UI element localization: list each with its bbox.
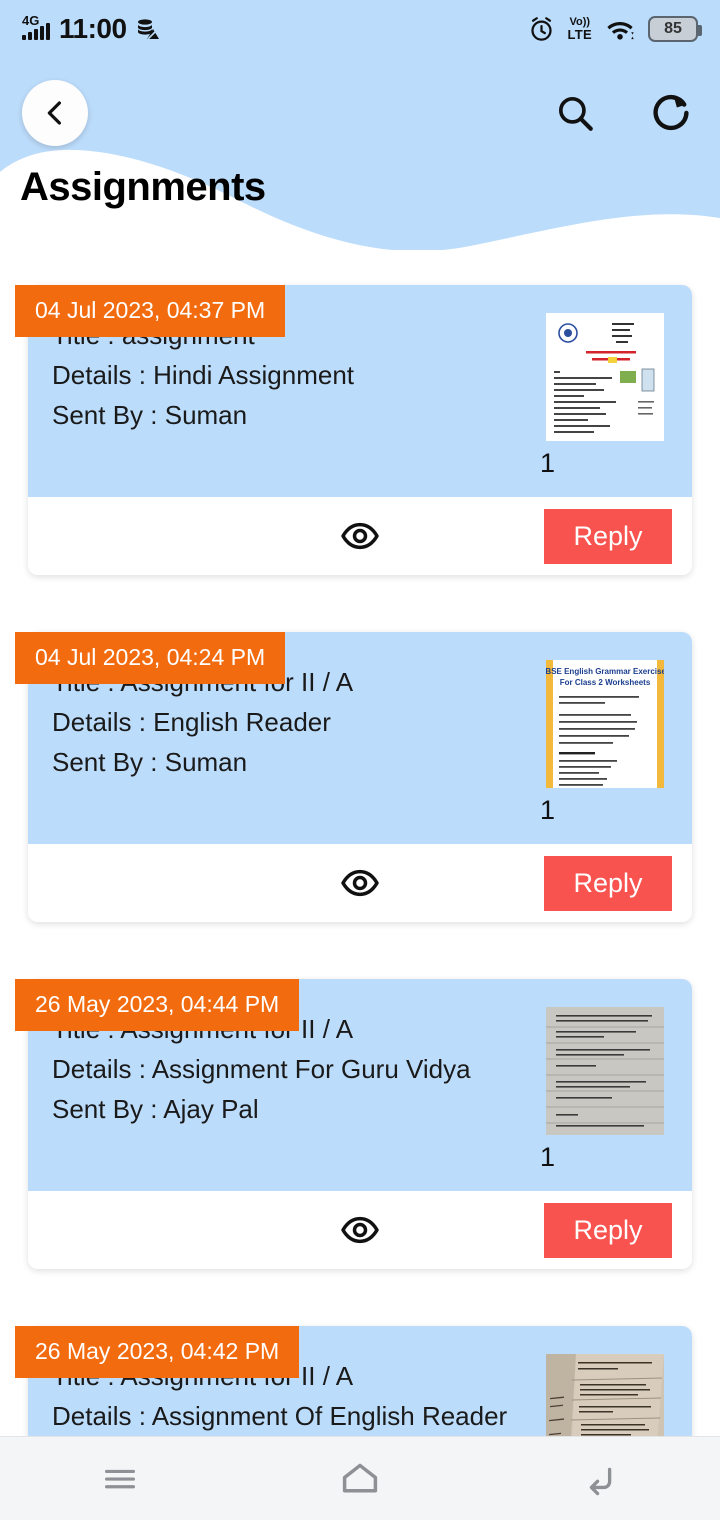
reply-button[interactable]: Reply [544, 1202, 672, 1258]
attachment-count: 1 [540, 448, 556, 478]
eye-icon [341, 522, 379, 550]
assignments-list[interactable]: 04 Jul 2023, 04:37 PM Title : assignment… [0, 255, 720, 1440]
home-icon [342, 1463, 378, 1492]
assignment-sent-by: Sent By : Ajay Pal [52, 1094, 259, 1125]
refresh-button[interactable] [648, 90, 694, 136]
eye-icon [341, 1216, 379, 1244]
date-badge: 04 Jul 2023, 04:24 PM [15, 632, 286, 684]
date-badge: 04 Jul 2023, 04:37 PM [15, 285, 286, 337]
assignment-sent-by: Sent By : Suman [52, 747, 248, 778]
network-type-label: 4G [22, 13, 40, 28]
view-button[interactable] [333, 856, 387, 910]
assignment-details: Details : Assignment Of English Reader [52, 1401, 508, 1432]
assignment-card: 04 Jul 2023, 04:24 PM Title : Assignment… [15, 632, 692, 922]
back-button-nav[interactable] [560, 1449, 640, 1509]
battery-indicator: 85 [648, 16, 702, 42]
svg-text:CBSE English Grammar Exercises: CBSE English Grammar Exercises [546, 667, 664, 676]
back-button[interactable] [22, 80, 88, 146]
svg-text:For Class 2 Worksheets: For Class 2 Worksheets [560, 678, 651, 687]
reply-button[interactable]: Reply [544, 508, 672, 564]
volte-line2: LTE [567, 27, 592, 42]
back-arrow-icon [589, 1467, 612, 1495]
search-button[interactable] [552, 90, 598, 136]
volte-indicator: Vo)) LTE [567, 17, 593, 42]
card-actions: Reply [28, 844, 692, 922]
recents-button[interactable] [80, 1449, 160, 1509]
clock-label: 11:00 [59, 13, 127, 44]
status-bar: 4G 11:00 Vo)) LTE 85 [0, 0, 720, 58]
eye-icon [341, 869, 379, 897]
wifi-icon [605, 17, 635, 41]
assignment-details: Details : English Reader [52, 707, 331, 738]
reply-button[interactable]: Reply [544, 855, 672, 911]
home-button[interactable] [320, 1449, 400, 1509]
data-disabled-icon [136, 17, 160, 41]
card-actions: Reply [28, 1191, 692, 1269]
date-badge: 26 May 2023, 04:42 PM [15, 1326, 300, 1378]
attachment-thumbnail[interactable] [546, 1007, 664, 1135]
chevron-left-icon [47, 101, 61, 125]
signal-strength-icon: 4G [22, 14, 50, 40]
card-actions: Reply [28, 497, 692, 575]
app-screen: 4G 11:00 Vo)) LTE 85 Assignments 04 Jul … [0, 0, 720, 1520]
assignment-details: Details : Hindi Assignment [52, 360, 355, 391]
page-title: Assignments [20, 165, 266, 209]
battery-level-label: 85 [664, 20, 682, 37]
attachment-thumbnail[interactable] [546, 313, 664, 441]
search-icon [558, 96, 593, 131]
attachment-thumbnail[interactable] [546, 1354, 664, 1440]
refresh-icon [653, 94, 689, 131]
assignment-card: 26 May 2023, 04:42 PM Title : Assignment… [15, 1326, 692, 1440]
attachment-count: 1 [540, 1142, 556, 1172]
alarm-clock-icon [528, 16, 555, 43]
view-button[interactable] [333, 509, 387, 563]
android-nav-bar [0, 1436, 720, 1520]
assignment-card: 04 Jul 2023, 04:37 PM Title : assignment… [15, 285, 692, 575]
recents-menu-icon [105, 1469, 135, 1488]
attachment-thumbnail[interactable]: CBSE English Grammar Exercises For Class… [546, 660, 664, 788]
assignment-card: 26 May 2023, 04:44 PM Title : Assignment… [15, 979, 692, 1269]
attachment-count: 1 [540, 795, 556, 825]
assignment-sent-by: Sent By : Suman [52, 400, 248, 431]
date-badge: 26 May 2023, 04:44 PM [15, 979, 300, 1031]
assignment-details: Details : Assignment For Guru Vidya [52, 1054, 471, 1085]
view-button[interactable] [333, 1203, 387, 1257]
